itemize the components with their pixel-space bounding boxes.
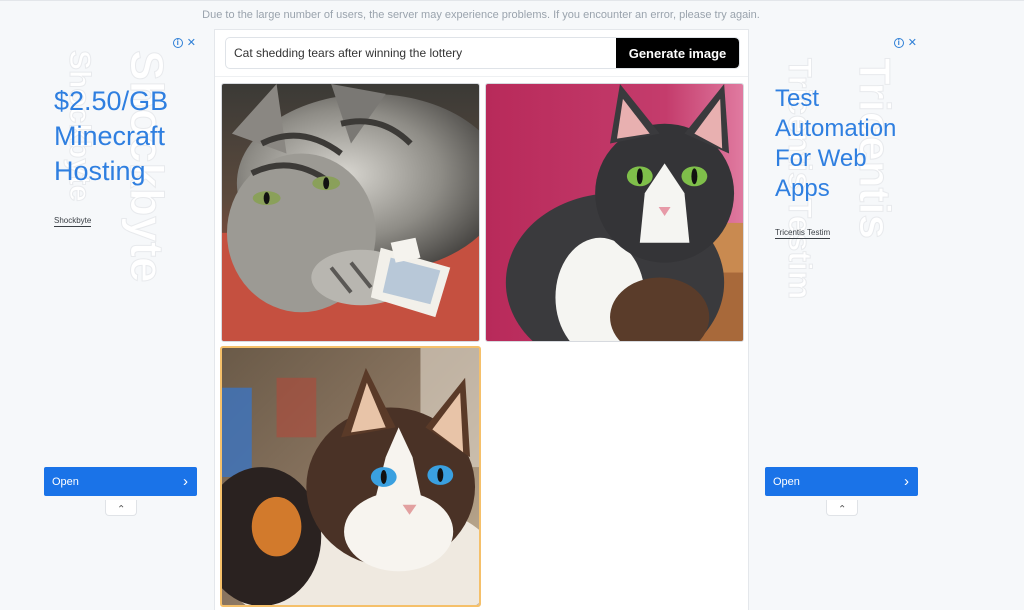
server-notice: Due to the large number of users, the se… <box>202 9 760 21</box>
tabby-cat-image <box>222 84 479 341</box>
chevron-right-icon: › <box>183 473 188 490</box>
chevron-up-icon: ⌄ <box>837 502 847 513</box>
ad-close-icon[interactable]: ✕ <box>187 36 196 49</box>
ad-open-button[interactable]: Open › <box>44 467 197 496</box>
result-image-selected[interactable] <box>220 346 481 607</box>
top-border <box>0 0 1024 1</box>
ad-collapse-button[interactable]: ⌄ <box>826 500 858 516</box>
ad-headline[interactable]: $2.50/GB Minecraft Hosting <box>54 84 194 189</box>
calico-cat-image <box>222 348 479 605</box>
right-ad[interactable]: Tricentis Tricentis Testim i ✕ Test Auto… <box>763 30 923 520</box>
left-ad[interactable]: Shockbyte Shockbyte i ✕ $2.50/GB Minecra… <box>42 30 202 520</box>
result-image[interactable] <box>221 83 480 342</box>
divider <box>215 76 748 77</box>
ad-collapse-button[interactable]: ⌄ <box>105 500 137 516</box>
black-white-cat-image <box>486 84 743 341</box>
ad-choices[interactable]: i ✕ <box>172 36 196 49</box>
generate-image-button[interactable]: Generate image <box>616 38 739 68</box>
ad-close-icon[interactable]: ✕ <box>908 36 917 49</box>
ad-open-label: Open <box>773 475 800 488</box>
result-image[interactable] <box>485 83 744 342</box>
ad-info-icon[interactable]: i <box>172 37 183 48</box>
ad-open-label: Open <box>52 475 79 488</box>
ad-headline[interactable]: Test Automation For Web Apps <box>775 84 923 204</box>
ad-open-button[interactable]: Open › <box>765 467 918 496</box>
generator-panel: Generate image <box>214 29 749 610</box>
ad-brand-link[interactable]: Tricentis Testim <box>775 228 831 239</box>
prompt-input[interactable] <box>226 38 616 68</box>
ad-info-icon[interactable]: i <box>893 37 904 48</box>
chevron-up-icon: ⌄ <box>116 502 126 513</box>
prompt-bar: Generate image <box>225 37 740 69</box>
ad-choices[interactable]: i ✕ <box>893 36 917 49</box>
ad-brand-link[interactable]: Shockbyte <box>54 216 92 227</box>
chevron-right-icon: › <box>904 473 909 490</box>
